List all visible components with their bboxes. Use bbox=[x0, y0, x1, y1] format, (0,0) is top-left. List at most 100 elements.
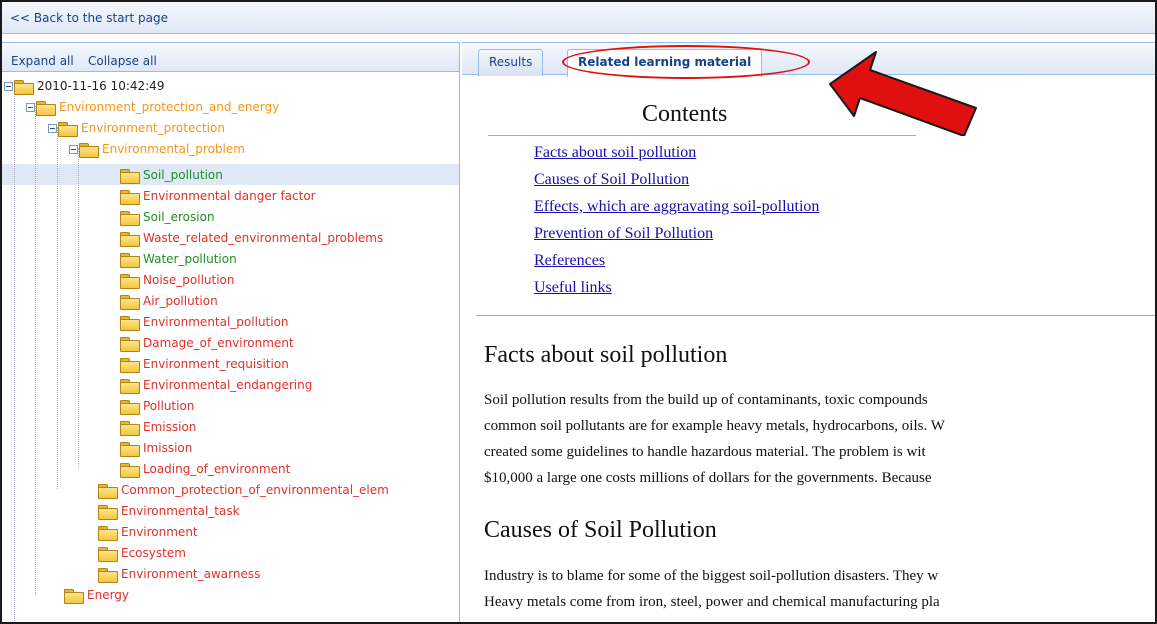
tree-node-label: Environmental_problem bbox=[102, 142, 245, 156]
tree-node-label: Loading_of_environment bbox=[143, 462, 291, 476]
tree-leaf[interactable]: Emission bbox=[120, 417, 196, 437]
folder-icon bbox=[120, 294, 140, 310]
tab-results[interactable]: Results bbox=[478, 49, 544, 76]
folder-open-icon bbox=[14, 79, 34, 95]
tree-node-label: Air_pollution bbox=[143, 294, 218, 308]
folder-icon bbox=[120, 210, 140, 226]
paragraph-line: $10,000 a large one costs millions of do… bbox=[484, 470, 932, 486]
collapse-all-button[interactable]: Collapse all bbox=[88, 54, 157, 68]
folder-icon bbox=[98, 504, 118, 520]
tree-leaf-energy[interactable]: Energy bbox=[64, 585, 129, 605]
folder-open-icon bbox=[36, 100, 56, 116]
tree-leaf[interactable]: Environmental_pollution bbox=[120, 312, 289, 332]
tree-leaf[interactable]: Common_protection_of_environmental_elem bbox=[98, 480, 389, 500]
expand-all-button[interactable]: Expand all bbox=[11, 54, 74, 68]
folder-icon bbox=[120, 252, 140, 268]
paragraph-line: Industry is to blame for some of the big… bbox=[484, 568, 939, 584]
collapse-toggle-icon[interactable] bbox=[4, 81, 13, 91]
tree-node-root[interactable]: 2010-11-16 10:42:49 bbox=[4, 76, 164, 96]
toc-link-causes[interactable]: Causes of Soil Pollution bbox=[534, 171, 689, 189]
tree-leaf[interactable]: Environment_requisition bbox=[120, 354, 289, 374]
tree-node-environmental-problem[interactable]: Environmental_problem bbox=[69, 139, 245, 159]
content-panel: Results Related learning material Conten… bbox=[462, 42, 1155, 622]
tree-leaf[interactable]: Noise_pollution bbox=[120, 270, 235, 290]
tree-node-label: 2010-11-16 10:42:49 bbox=[37, 79, 165, 93]
tree-guide-line bbox=[78, 148, 79, 468]
tab-related-learning-material[interactable]: Related learning material bbox=[567, 49, 763, 77]
selected-row-highlight bbox=[2, 164, 459, 185]
folder-icon bbox=[120, 462, 140, 478]
section-heading-causes: Causes of Soil Pollution bbox=[484, 517, 717, 543]
category-tree: 2010-11-16 10:42:49 Environment_protecti… bbox=[2, 74, 459, 622]
contents-title: Contents bbox=[642, 101, 728, 127]
tree-node-label: Soil_erosion bbox=[143, 210, 215, 224]
paragraph-line: common soil pollutants are for example h… bbox=[484, 418, 945, 434]
tree-leaf[interactable]: Pollution bbox=[120, 396, 194, 416]
top-toolbar: << Back to the start page bbox=[2, 2, 1155, 34]
tree-leaf[interactable]: Environmental_endangering bbox=[120, 375, 312, 395]
folder-icon bbox=[120, 315, 140, 331]
folder-icon bbox=[98, 483, 118, 499]
tree-node-label: Environment_protection_and_energy bbox=[59, 100, 280, 114]
tree-node-label: Pollution bbox=[143, 399, 195, 413]
tree-leaf[interactable]: Environmental danger factor bbox=[120, 186, 316, 206]
tree-node-environment-protection[interactable]: Environment_protection bbox=[48, 118, 225, 138]
tree-guide-line bbox=[57, 127, 58, 489]
tree-node-label: Water_pollution bbox=[143, 252, 237, 266]
tree-node-environment-protection-and-energy[interactable]: Environment_protection_and_energy bbox=[26, 97, 279, 117]
tree-node-label: Soil_pollution bbox=[143, 168, 223, 182]
folder-icon bbox=[120, 336, 140, 352]
toc-link-facts[interactable]: Facts about soil pollution bbox=[534, 144, 696, 162]
tree-node-label: Environment_awarness bbox=[121, 567, 261, 581]
folder-icon bbox=[120, 357, 140, 373]
tree-node-label: Environment_requisition bbox=[143, 357, 289, 371]
toc-link-prevention[interactable]: Prevention of Soil Pollution bbox=[534, 225, 713, 243]
folder-icon bbox=[120, 378, 140, 394]
folder-open-icon bbox=[58, 121, 78, 137]
paragraph-line: created some guidelines to handle hazard… bbox=[484, 444, 926, 460]
folder-open-icon bbox=[79, 142, 99, 158]
folder-icon bbox=[120, 399, 140, 415]
tree-leaf[interactable]: Environment bbox=[98, 522, 198, 542]
divider bbox=[476, 315, 1155, 316]
tree-node-label: Environmental_pollution bbox=[143, 315, 289, 329]
app-window: << Back to the start page Expand all Col… bbox=[0, 0, 1157, 624]
folder-icon bbox=[98, 567, 118, 583]
tree-node-label: Common_protection_of_environmental_elem bbox=[121, 483, 389, 497]
paragraph-line: Heavy metals come from iron, steel, powe… bbox=[484, 594, 940, 610]
tree-leaf[interactable]: Environmental_task bbox=[98, 501, 240, 521]
tree-node-label: Emission bbox=[143, 420, 197, 434]
tree-leaf[interactable]: Environment_awarness bbox=[98, 564, 260, 584]
tree-panel: Expand all Collapse all 2010-11-16 10:42… bbox=[2, 42, 460, 622]
folder-icon bbox=[120, 168, 140, 184]
tree-leaf-soil-pollution[interactable]: Soil_pollution bbox=[120, 165, 223, 185]
folder-icon bbox=[98, 525, 118, 541]
tree-leaf[interactable]: Damage_of_environment bbox=[120, 333, 294, 353]
collapse-toggle-icon[interactable] bbox=[69, 144, 78, 154]
collapse-toggle-icon[interactable] bbox=[48, 123, 57, 133]
folder-icon bbox=[120, 189, 140, 205]
folder-icon bbox=[120, 273, 140, 289]
toc-link-effects[interactable]: Effects, which are aggravating soil-poll… bbox=[534, 198, 819, 216]
tree-node-label: Damage_of_environment bbox=[143, 336, 294, 350]
collapse-toggle-icon[interactable] bbox=[26, 102, 35, 112]
tree-leaf[interactable]: Loading_of_environment bbox=[120, 459, 290, 479]
tree-leaf[interactable]: Waste_related_environmental_problems bbox=[120, 228, 383, 248]
folder-icon bbox=[120, 420, 140, 436]
tree-guide-line bbox=[35, 106, 36, 595]
tab-strip: Results Related learning material bbox=[462, 42, 1155, 79]
folder-icon bbox=[64, 588, 84, 604]
tree-node-label: Environmental_endangering bbox=[143, 378, 313, 392]
tree-leaf[interactable]: Imission bbox=[120, 438, 192, 458]
tree-leaf[interactable]: Air_pollution bbox=[120, 291, 218, 311]
toc-link-useful-links[interactable]: Useful links bbox=[534, 279, 612, 297]
tree-node-label: Ecosystem bbox=[121, 546, 186, 560]
tree-node-label: Energy bbox=[87, 588, 130, 602]
back-to-start-link[interactable]: << Back to the start page bbox=[10, 11, 168, 25]
folder-icon bbox=[120, 231, 140, 247]
section-heading-facts: Facts about soil pollution bbox=[484, 342, 728, 368]
tree-leaf[interactable]: Ecosystem bbox=[98, 543, 186, 563]
tree-leaf[interactable]: Water_pollution bbox=[120, 249, 237, 269]
tree-leaf[interactable]: Soil_erosion bbox=[120, 207, 215, 227]
toc-link-references[interactable]: References bbox=[534, 252, 605, 270]
